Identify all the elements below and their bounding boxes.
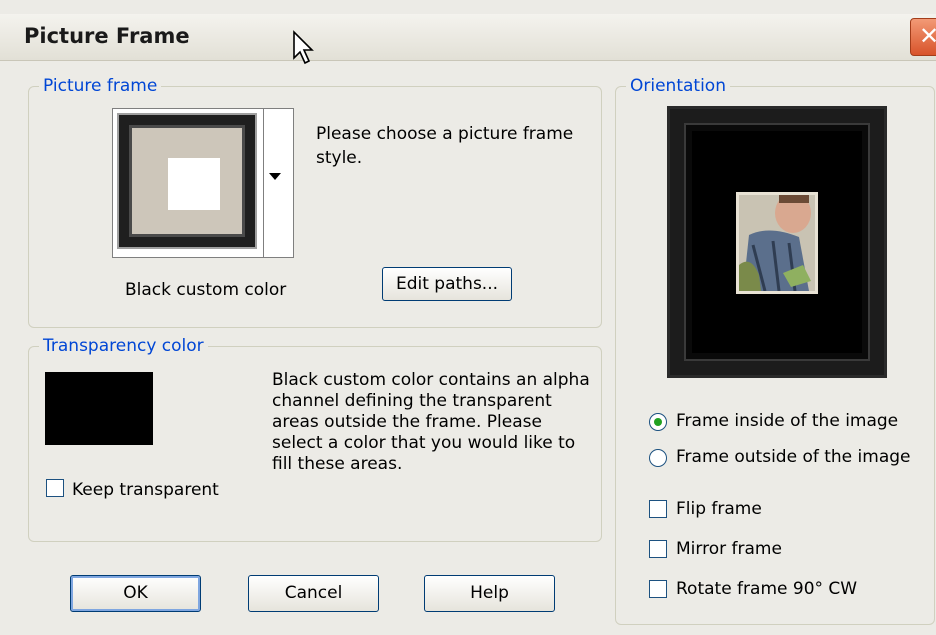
cancel-button[interactable]: Cancel <box>248 575 379 612</box>
frame-style-picker[interactable] <box>112 108 294 258</box>
picture-frame-dialog: Picture Frame ✕ Picture frame Black cust… <box>0 0 936 635</box>
flip-frame-label[interactable]: Flip frame <box>676 499 762 519</box>
frame-inside-label[interactable]: Frame inside of the image <box>676 411 898 431</box>
frame-outside-label[interactable]: Frame outside of the image <box>676 447 911 467</box>
keep-transparent-label[interactable]: Keep transparent <box>72 480 219 500</box>
orientation-legend: Orientation <box>630 76 726 96</box>
picker-divider <box>263 109 264 257</box>
title-bar[interactable]: Picture Frame ✕ <box>0 14 936 61</box>
keep-transparent-checkbox[interactable] <box>46 479 64 497</box>
selected-style-caption: Black custom color <box>125 280 287 300</box>
transparency-description: Black custom color contains an alpha cha… <box>272 370 590 474</box>
frame-inside-radio[interactable] <box>649 413 667 431</box>
frame-style-help-text: Please choose a picture frame style. <box>316 124 574 168</box>
rotate-frame-label[interactable]: Rotate frame 90° CW <box>676 579 857 599</box>
flip-frame-checkbox[interactable] <box>649 500 667 518</box>
frame-style-thumbnail <box>117 113 257 249</box>
child-photo-image <box>739 195 815 291</box>
close-button[interactable]: ✕ <box>910 18 936 56</box>
edit-paths-button[interactable]: Edit paths... <box>382 267 512 301</box>
mirror-frame-label[interactable]: Mirror frame <box>676 539 782 559</box>
transparency-legend: Transparency color <box>43 336 204 356</box>
frame-mat <box>129 125 245 237</box>
help-button[interactable]: Help <box>424 575 555 612</box>
transparency-color-swatch[interactable] <box>45 372 153 445</box>
dropdown-arrow-icon[interactable] <box>269 173 281 180</box>
preview-photo <box>736 192 818 294</box>
mouse-cursor-icon <box>293 30 314 65</box>
picture-frame-legend: Picture frame <box>43 76 158 96</box>
rotate-frame-checkbox[interactable] <box>649 580 667 598</box>
close-icon: ✕ <box>919 22 936 50</box>
window-title: Picture Frame <box>24 24 190 48</box>
frame-outside-radio[interactable] <box>649 449 667 467</box>
ok-button[interactable]: OK <box>70 575 201 612</box>
mirror-frame-checkbox[interactable] <box>649 540 667 558</box>
frame-opening <box>168 158 220 210</box>
